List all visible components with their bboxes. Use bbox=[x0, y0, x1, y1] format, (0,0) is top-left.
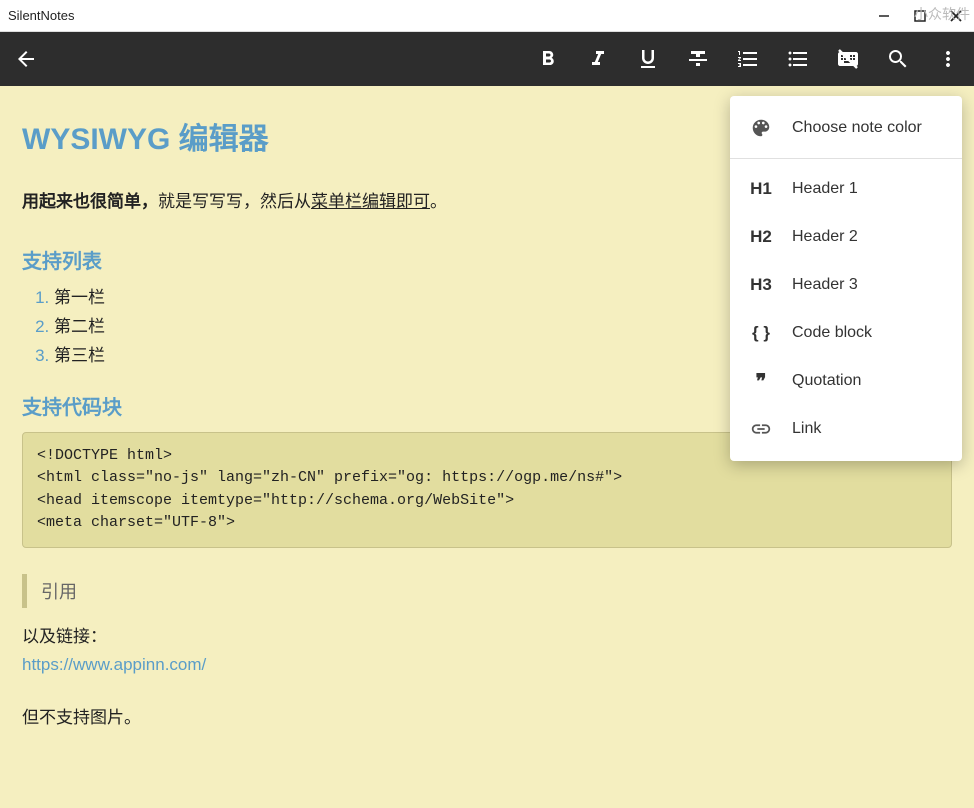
menu-label: Header 1 bbox=[792, 180, 858, 198]
italic-button[interactable] bbox=[586, 47, 610, 71]
toolbar bbox=[0, 32, 974, 86]
braces-icon: { } bbox=[748, 321, 774, 345]
menu-label: Header 3 bbox=[792, 276, 858, 294]
search-button[interactable] bbox=[886, 47, 910, 71]
keyboard-off-button[interactable] bbox=[836, 47, 860, 71]
h1-icon: H1 bbox=[748, 177, 774, 201]
menu-quotation[interactable]: ❞ Quotation bbox=[730, 357, 962, 405]
menu-label: Header 2 bbox=[792, 228, 858, 246]
titlebar: SilentNotes bbox=[0, 0, 974, 32]
strikethrough-button[interactable] bbox=[686, 47, 710, 71]
link-icon bbox=[748, 417, 774, 441]
quote-icon: ❞ bbox=[748, 369, 774, 393]
format-dropdown: Choose note color H1 Header 1 H2 Header … bbox=[730, 96, 962, 461]
h3-icon: H3 bbox=[748, 273, 774, 297]
menu-header-3[interactable]: H3 Header 3 bbox=[730, 261, 962, 309]
menu-link[interactable]: Link bbox=[730, 405, 962, 453]
close-button[interactable] bbox=[946, 6, 966, 26]
palette-icon bbox=[748, 116, 774, 140]
menu-header-1[interactable]: H1 Header 1 bbox=[730, 165, 962, 213]
unordered-list-button[interactable] bbox=[786, 47, 810, 71]
menu-label: Choose note color bbox=[792, 119, 922, 137]
minimize-button[interactable] bbox=[874, 6, 894, 26]
link-label: 以及链接： bbox=[22, 622, 952, 647]
menu-code-block[interactable]: { } Code block bbox=[730, 309, 962, 357]
menu-label: Link bbox=[792, 420, 821, 438]
separator bbox=[730, 158, 962, 159]
ordered-list-button[interactable] bbox=[736, 47, 760, 71]
window-title: SilentNotes bbox=[8, 8, 874, 23]
more-button[interactable] bbox=[936, 47, 960, 71]
underline-button[interactable] bbox=[636, 47, 660, 71]
menu-choose-color[interactable]: Choose note color bbox=[730, 104, 962, 152]
h2-icon: H2 bbox=[748, 225, 774, 249]
link[interactable]: https://www.appinn.com/ bbox=[22, 655, 952, 675]
menu-label: Quotation bbox=[792, 372, 861, 390]
bold-button[interactable] bbox=[536, 47, 560, 71]
bold-text: 用起来也很简单， bbox=[22, 192, 158, 211]
underline-text: 菜单栏编辑即可 bbox=[311, 192, 430, 211]
menu-header-2[interactable]: H2 Header 2 bbox=[730, 213, 962, 261]
menu-label: Code block bbox=[792, 324, 872, 342]
maximize-button[interactable] bbox=[910, 6, 930, 26]
paragraph-noimage: 但不支持图片。 bbox=[22, 703, 952, 728]
back-button[interactable] bbox=[14, 47, 38, 71]
blockquote: 引用 bbox=[22, 574, 952, 608]
